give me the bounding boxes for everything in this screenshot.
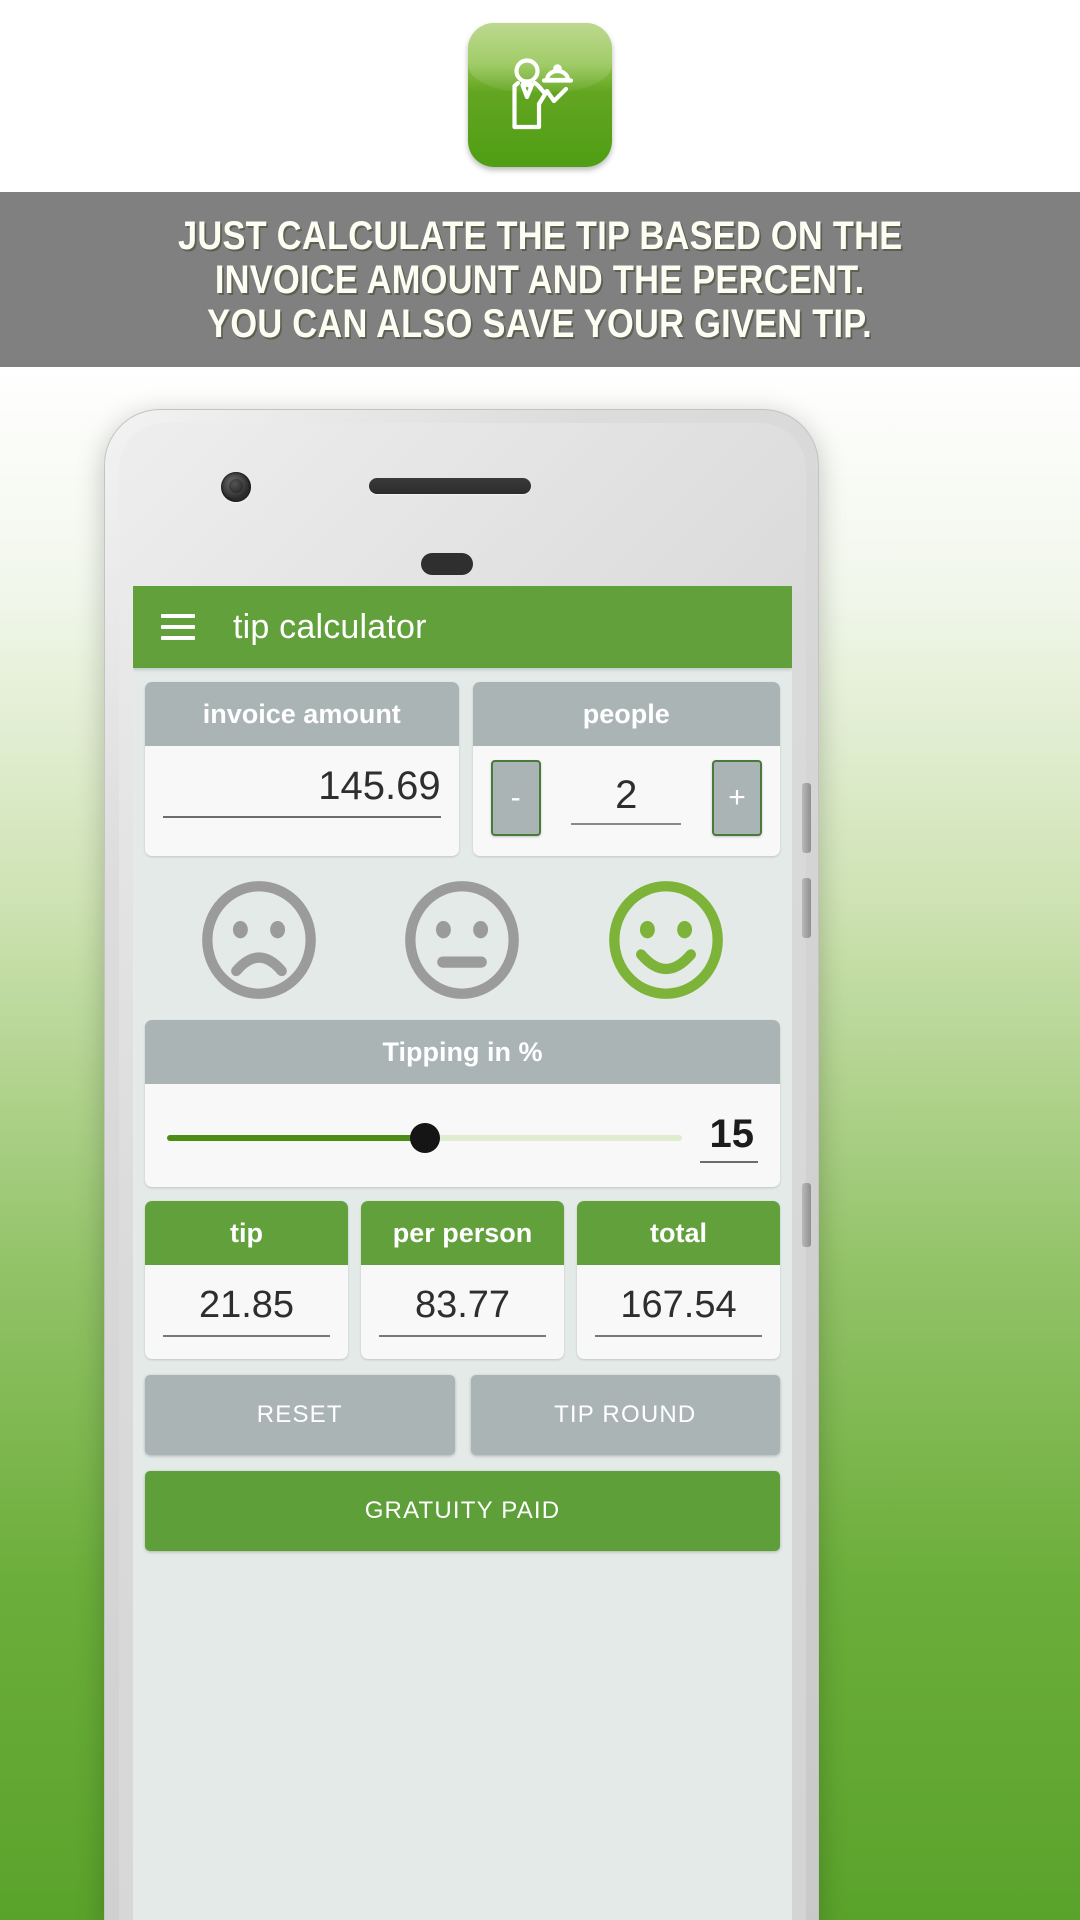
result-tip-value: 21.85	[163, 1281, 330, 1337]
slider-fill	[167, 1134, 425, 1141]
results-row: tip 21.85 per person 83.77 total 167.54	[145, 1201, 780, 1359]
volume-up-button[interactable]	[802, 783, 811, 853]
promo-line-2: INVOICE AMOUNT AND THE PERCENT.	[215, 257, 865, 302]
mood-selector	[145, 856, 780, 1020]
reset-button[interactable]: RESET	[145, 1375, 455, 1455]
app-icon-area	[0, 0, 1080, 190]
play-store-screenshot: JUST CALCULATE THE TIP BASED ON THE INVO…	[0, 0, 1080, 1920]
result-tip-card: tip 21.85	[145, 1201, 348, 1359]
invoice-body: 145.69	[145, 746, 459, 840]
app-screen: tip calculator invoice amount 145.69 peo…	[133, 586, 792, 1920]
people-card: people - 2 +	[472, 682, 780, 856]
tip-percent-slider[interactable]	[167, 1122, 682, 1153]
result-total-card: total 167.54	[577, 1201, 780, 1359]
invoice-label: invoice amount	[145, 682, 459, 746]
app-icon	[468, 23, 612, 167]
hamburger-menu-icon[interactable]	[161, 614, 195, 640]
result-per-person-card: per person 83.77	[361, 1201, 564, 1359]
gratuity-paid-button[interactable]: GRATUITY PAID	[145, 1471, 780, 1551]
phone-mockup: tip calculator invoice amount 145.69 peo…	[104, 409, 819, 1920]
result-total-value: 167.54	[595, 1281, 762, 1337]
action-button-row: RESET TIP ROUND	[145, 1375, 780, 1455]
sad-face-icon[interactable]	[197, 878, 321, 1002]
inputs-row: invoice amount 145.69 people - 2 +	[145, 682, 780, 856]
slider-thumb[interactable]	[409, 1122, 440, 1153]
power-button[interactable]	[802, 1183, 811, 1247]
front-camera-icon	[221, 472, 251, 502]
waiter-tray-icon	[512, 58, 574, 130]
happy-face-icon[interactable]	[604, 878, 728, 1002]
volume-down-button[interactable]	[802, 878, 811, 938]
app-title: tip calculator	[233, 607, 427, 646]
result-total-body: 167.54	[577, 1265, 780, 1359]
result-tip-label: tip	[145, 1201, 348, 1265]
result-per-person-label: per person	[361, 1201, 564, 1265]
invoice-card: invoice amount 145.69	[145, 682, 459, 856]
phone-bezel: tip calculator invoice amount 145.69 peo…	[119, 423, 811, 1920]
people-count-input[interactable]: 2	[571, 771, 682, 825]
people-decrement-button[interactable]: -	[490, 760, 541, 836]
app-content: invoice amount 145.69 people - 2 + Tippi…	[133, 668, 792, 1551]
result-total-label: total	[577, 1201, 780, 1265]
result-per-person-body: 83.77	[361, 1265, 564, 1359]
invoice-amount-input[interactable]: 145.69	[163, 762, 441, 818]
tipping-card: Tipping in % 15	[145, 1020, 780, 1187]
app-bar: tip calculator	[133, 586, 792, 668]
people-increment-button[interactable]: +	[711, 760, 762, 836]
tipping-label: Tipping in %	[145, 1020, 780, 1084]
result-per-person-value: 83.77	[379, 1281, 546, 1337]
people-label: people	[472, 682, 780, 746]
tip-percent-value[interactable]: 15	[700, 1112, 758, 1163]
promo-banner: JUST CALCULATE THE TIP BASED ON THE INVO…	[0, 192, 1080, 367]
tip-round-button[interactable]: TIP ROUND	[470, 1375, 780, 1455]
result-tip-body: 21.85	[145, 1265, 348, 1359]
earpiece-speaker	[369, 478, 531, 494]
promo-line-3: YOU CAN ALSO SAVE YOUR GIVEN TIP.	[207, 301, 873, 346]
people-body: - 2 +	[473, 746, 780, 856]
tipping-slider-row: 15	[145, 1084, 780, 1187]
promo-line-1: JUST CALCULATE THE TIP BASED ON THE	[177, 213, 903, 258]
home-sensor	[421, 553, 473, 575]
neutral-face-icon[interactable]	[400, 878, 524, 1002]
